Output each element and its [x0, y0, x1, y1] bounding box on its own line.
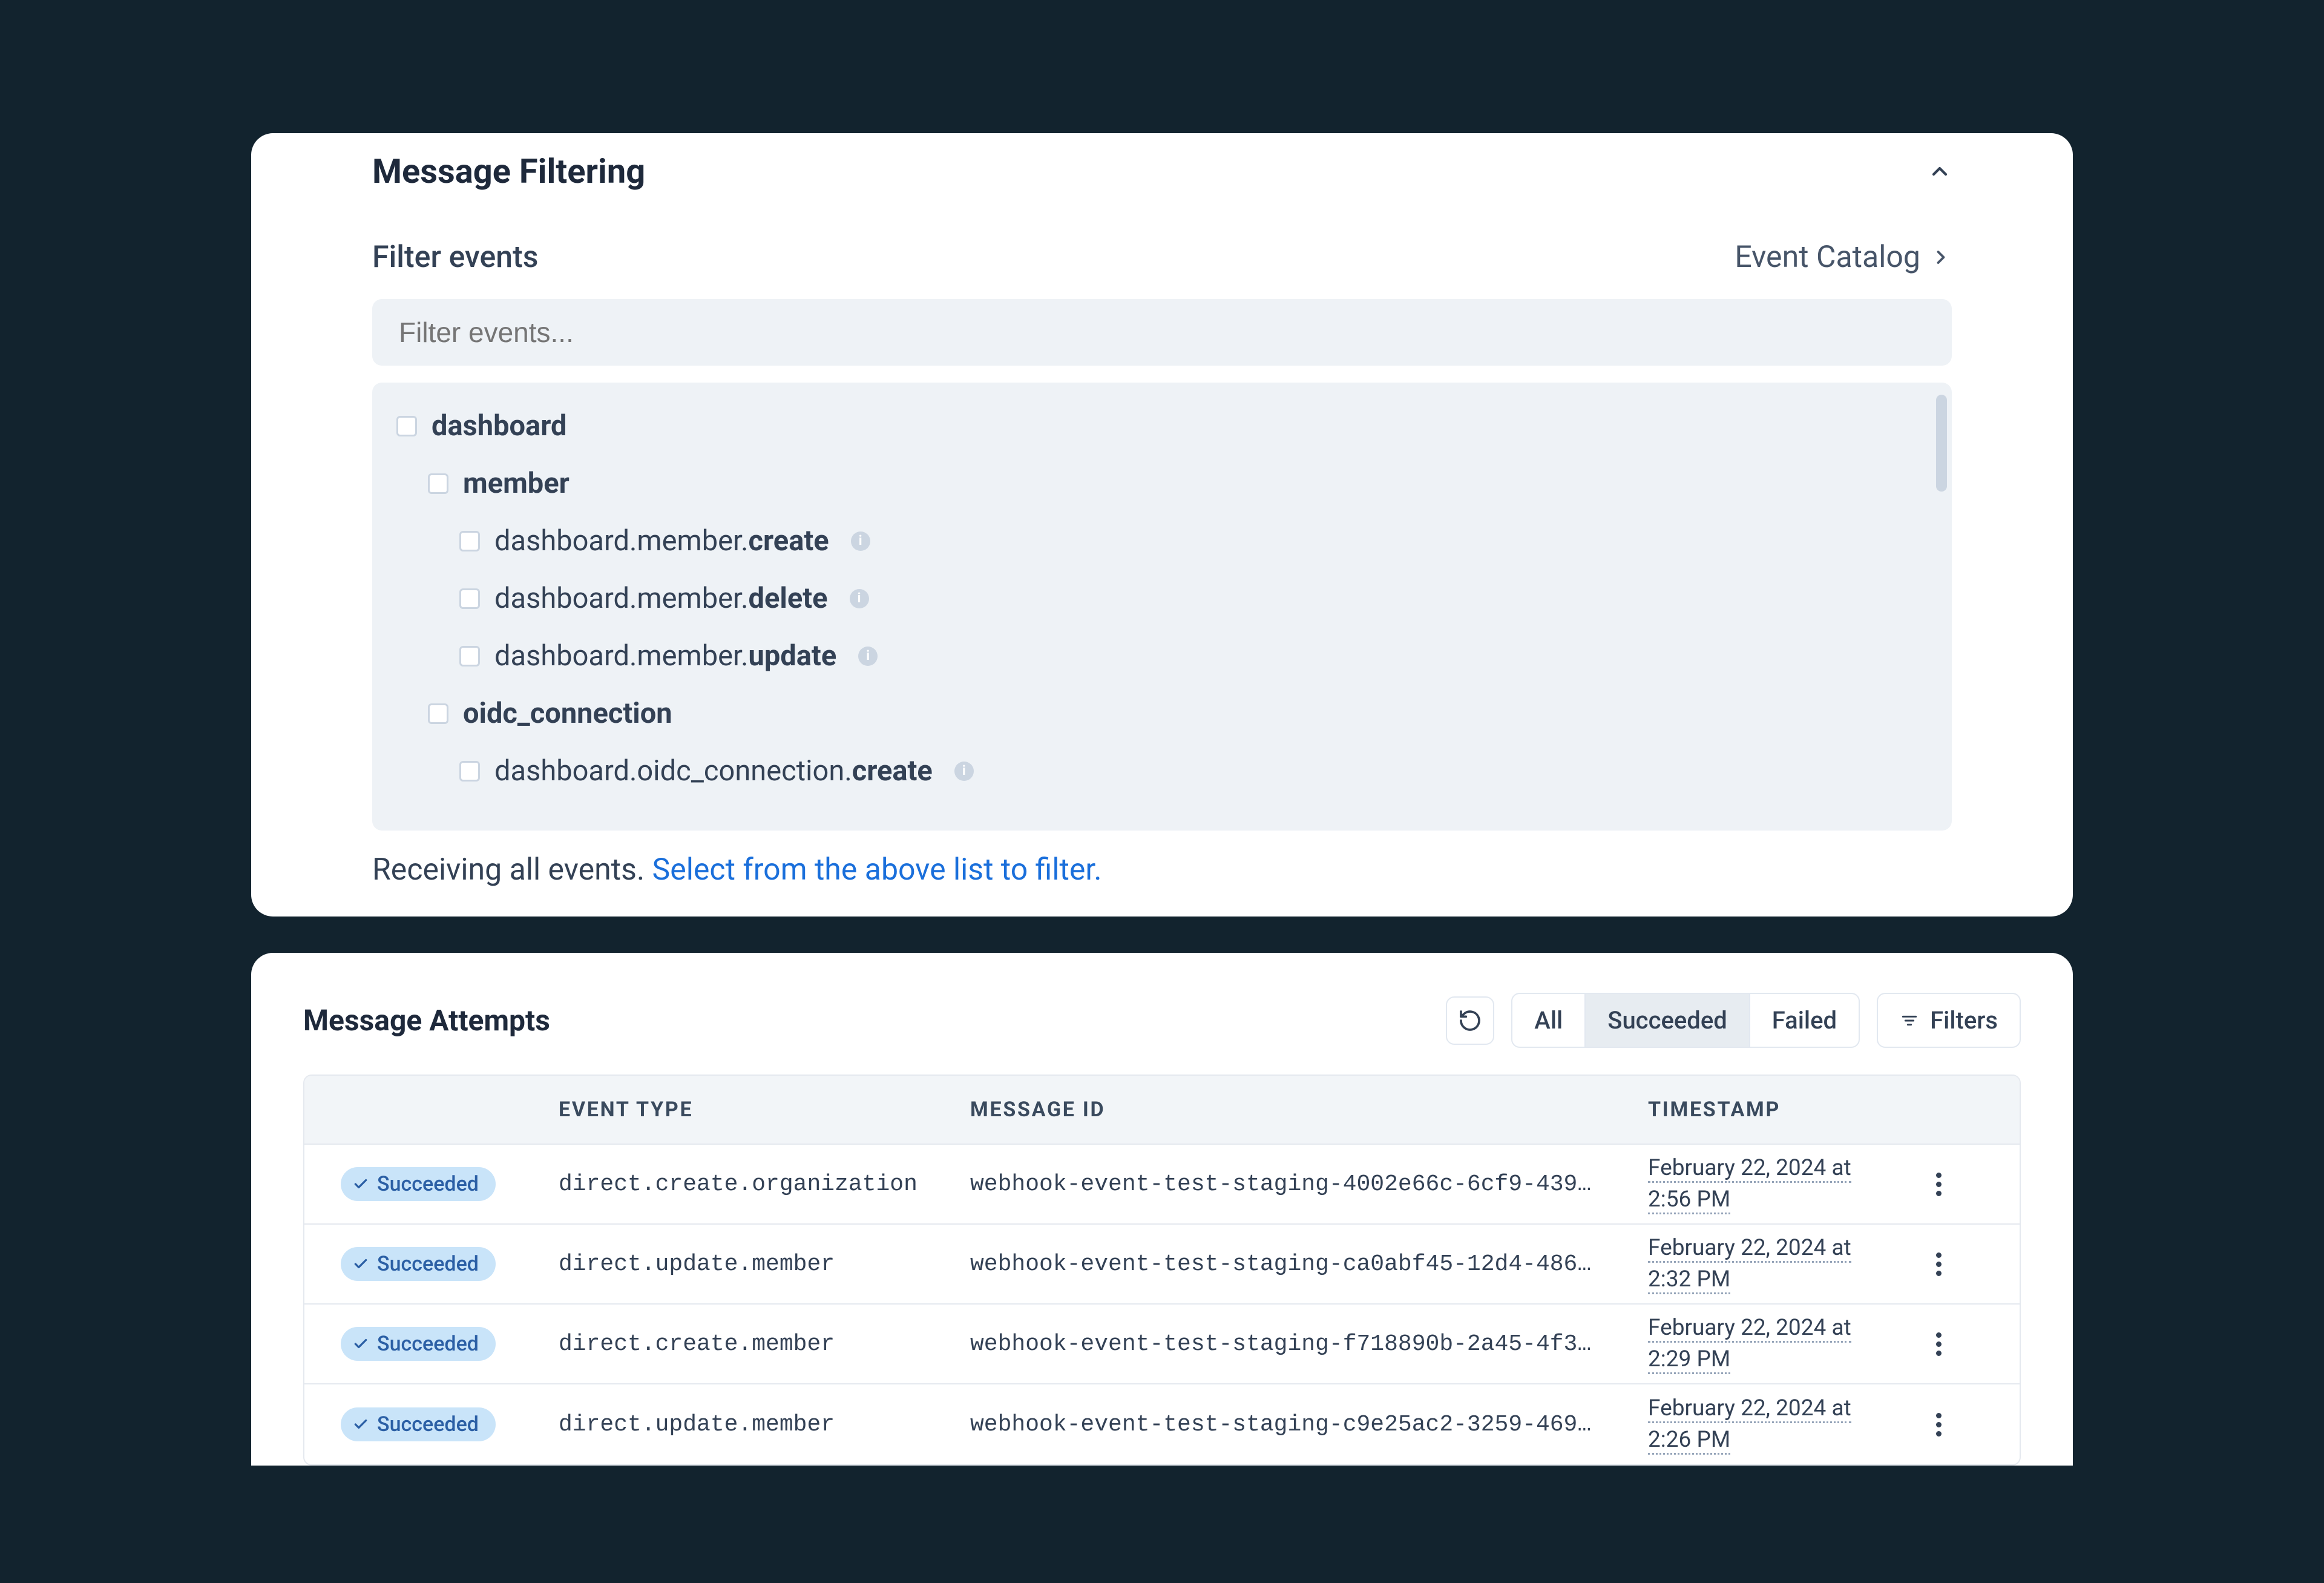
status-label: Succeeded [377, 1252, 479, 1276]
status-label: Succeeded [377, 1332, 479, 1356]
tree-item-label: dashboard.member.delete [494, 582, 828, 615]
info-icon[interactable]: i [858, 647, 878, 666]
row-menu-button[interactable] [1924, 1410, 1953, 1439]
cell-timestamp: February 22, 2024 at 2:29 PM [1648, 1312, 1902, 1375]
check-icon [353, 1417, 369, 1432]
status-label: Succeeded [377, 1412, 479, 1437]
tree-item[interactable]: dashboard.member.create i [396, 512, 1913, 570]
scrollbar-thumb[interactable] [1936, 395, 1947, 492]
message-filtering-card: Message Filtering Filter events Event Ca… [251, 133, 2073, 917]
collapse-icon[interactable] [1928, 159, 1952, 183]
filter-events-input[interactable] [372, 299, 1952, 366]
row-menu-button[interactable] [1924, 1170, 1953, 1199]
cell-event-type: direct.create.member [559, 1331, 970, 1357]
tab-all[interactable]: All [1512, 994, 1586, 1047]
cell-timestamp: February 22, 2024 at 2:26 PM [1648, 1393, 1902, 1456]
col-message-id: MESSAGE ID [970, 1076, 1648, 1144]
tree-item-label: dashboard.oidc_connection.create [494, 754, 933, 788]
cell-timestamp: February 22, 2024 at 2:32 PM [1648, 1233, 1902, 1295]
info-icon[interactable]: i [954, 762, 974, 781]
filters-button[interactable]: Filters [1877, 993, 2021, 1048]
filter-icon [1900, 1011, 1919, 1030]
status-badge: Succeeded [341, 1327, 496, 1361]
status-filter-group: All Succeeded Failed [1511, 993, 1860, 1048]
refresh-icon [1458, 1009, 1482, 1033]
cell-event-type: direct.update.member [559, 1251, 970, 1277]
event-tree: dashboard member dashboard.member.create… [372, 383, 1952, 831]
tree-item[interactable]: dashboard.oidc_connection.create i [396, 742, 1913, 800]
status-label: Succeeded [377, 1172, 479, 1196]
row-menu-button[interactable] [1924, 1329, 1953, 1358]
col-status [304, 1076, 559, 1144]
cell-message-id: webhook-event-test-staging-ca0abf45-12d4… [970, 1251, 1648, 1277]
table-row[interactable]: Succeeded direct.create.organizationwebho… [304, 1145, 2020, 1225]
receiving-status: Receiving all events. Select from the ab… [372, 852, 1952, 917]
table-row[interactable]: Succeeded direct.update.memberwebhook-eve… [304, 1384, 2020, 1464]
event-catalog-link[interactable]: Event Catalog [1735, 240, 1952, 275]
tree-item-label: dashboard.member.update [494, 639, 836, 673]
attempts-table: EVENT TYPE MESSAGE ID TIMESTAMP Succeede… [303, 1075, 2021, 1466]
checkbox[interactable] [428, 703, 448, 724]
tree-item-label: dashboard.member.create [494, 524, 829, 558]
tree-item[interactable]: dashboard.member.delete i [396, 570, 1913, 627]
tree-group-oidc[interactable]: oidc_connection [396, 685, 1913, 742]
checkbox[interactable] [428, 473, 448, 494]
row-menu-button[interactable] [1924, 1249, 1953, 1279]
section-header: Message Filtering [372, 151, 1952, 191]
tree-group-dashboard[interactable]: dashboard [396, 397, 1913, 455]
cell-event-type: direct.update.member [559, 1412, 970, 1438]
tree-group-label: oidc_connection [463, 697, 672, 730]
tree-item[interactable]: dashboard.member.update i [396, 627, 1913, 685]
checkbox[interactable] [459, 761, 480, 782]
table-row[interactable]: Succeeded direct.create.memberwebhook-eve… [304, 1305, 2020, 1384]
info-icon[interactable]: i [851, 532, 870, 551]
check-icon [353, 1256, 369, 1272]
filters-label: Filters [1930, 1006, 1998, 1035]
tree-group-label: dashboard [432, 409, 566, 443]
cell-message-id: webhook-event-test-staging-4002e66c-6cf9… [970, 1171, 1648, 1197]
status-badge: Succeeded [341, 1407, 496, 1441]
check-icon [353, 1336, 369, 1352]
filter-events-label: Filter events [372, 240, 539, 275]
col-timestamp: TIMESTAMP [1648, 1076, 1902, 1144]
event-catalog-label: Event Catalog [1735, 240, 1920, 275]
table-header: EVENT TYPE MESSAGE ID TIMESTAMP [304, 1076, 2020, 1145]
section-title: Message Filtering [372, 151, 645, 191]
message-attempts-card: Message Attempts All Succeeded Failed Fi… [251, 953, 2073, 1466]
check-icon [353, 1176, 369, 1192]
cell-event-type: direct.create.organization [559, 1171, 970, 1197]
cell-timestamp: February 22, 2024 at 2:56 PM [1648, 1153, 1902, 1216]
tree-group-label: member [463, 467, 570, 500]
status-badge: Succeeded [341, 1247, 496, 1281]
checkbox[interactable] [396, 416, 417, 436]
refresh-button[interactable] [1446, 996, 1494, 1045]
receiving-text: Receiving all events. [372, 852, 652, 887]
attempts-title: Message Attempts [303, 1003, 550, 1038]
tab-failed[interactable]: Failed [1750, 994, 1859, 1047]
col-event-type: EVENT TYPE [559, 1076, 970, 1144]
table-row[interactable]: Succeeded direct.update.memberwebhook-eve… [304, 1225, 2020, 1305]
checkbox[interactable] [459, 531, 480, 551]
cell-message-id: webhook-event-test-staging-f718890b-2a45… [970, 1331, 1648, 1357]
chevron-right-icon [1930, 246, 1952, 268]
tab-succeeded[interactable]: Succeeded [1586, 994, 1750, 1047]
info-icon[interactable]: i [850, 589, 869, 608]
receiving-link[interactable]: Select from the above list to filter. [652, 852, 1102, 887]
col-actions [1902, 1076, 1975, 1144]
tree-group-member[interactable]: member [396, 455, 1913, 512]
checkbox[interactable] [459, 646, 480, 666]
checkbox[interactable] [459, 588, 480, 609]
cell-message-id: webhook-event-test-staging-c9e25ac2-3259… [970, 1412, 1648, 1438]
status-badge: Succeeded [341, 1167, 496, 1201]
